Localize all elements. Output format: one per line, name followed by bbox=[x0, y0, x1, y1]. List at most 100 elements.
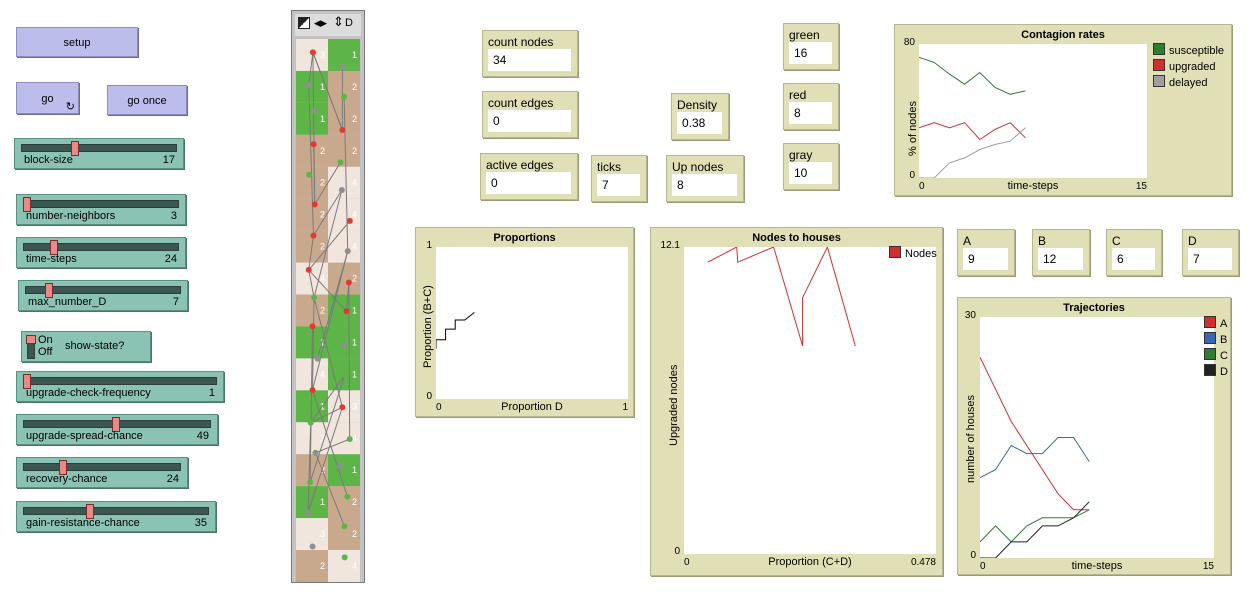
slider-label: number-neighbors bbox=[26, 210, 116, 222]
network-node bbox=[339, 404, 346, 411]
x-axis-label: time-steps bbox=[1007, 180, 1059, 192]
slider-number-neighbors[interactable]: number-neighbors 3 bbox=[16, 194, 186, 225]
density-monitor: Density 0.38 bbox=[671, 93, 729, 140]
slider-block-size[interactable]: block-size 17 bbox=[14, 138, 184, 169]
legend-label: delayed bbox=[1169, 77, 1208, 89]
gray-label: gray bbox=[789, 148, 813, 162]
plot-canvas bbox=[979, 356, 1090, 559]
plot-title: Trajectories bbox=[1063, 302, 1125, 314]
setup-button[interactable]: setup bbox=[16, 27, 138, 57]
slider-track[interactable] bbox=[21, 144, 177, 152]
patch-label: 2 bbox=[352, 529, 357, 539]
slider-track[interactable] bbox=[23, 463, 181, 471]
slider-value: 1 bbox=[208, 387, 215, 399]
slider-gain-resistance-chance[interactable]: gain-resistance-chance 35 bbox=[16, 501, 216, 532]
legend-label: A bbox=[1220, 318, 1228, 330]
network-node bbox=[341, 523, 348, 530]
view-mode-label: D bbox=[345, 17, 353, 29]
patch-label: 4 bbox=[352, 433, 357, 443]
density-value: 0.38 bbox=[677, 112, 722, 134]
series-line-c bbox=[979, 509, 1090, 543]
series-line-delayed bbox=[919, 127, 1026, 179]
series-line-0 bbox=[435, 312, 475, 349]
slider-label: upgrade-spread-chance bbox=[26, 430, 143, 442]
gray-monitor: gray 10 bbox=[783, 143, 839, 190]
patch-label: 2 bbox=[352, 146, 357, 156]
slider-value: 24 bbox=[166, 473, 179, 485]
active-edges-monitor: active edges 0 bbox=[480, 153, 578, 200]
patch-label: 4 bbox=[320, 369, 325, 379]
slider-track[interactable] bbox=[23, 377, 217, 385]
world-canvas[interactable]: 3112122224242442211141133421123224 bbox=[296, 39, 360, 582]
network-node bbox=[312, 449, 319, 456]
network-node bbox=[309, 387, 316, 394]
network-node bbox=[311, 294, 318, 301]
view-zoom-icon[interactable]: ⇕ bbox=[333, 14, 344, 30]
count-nodes-label: count nodes bbox=[488, 35, 554, 49]
patch-label: 2 bbox=[352, 274, 357, 284]
slider-value: 17 bbox=[162, 154, 175, 166]
a-value: 9 bbox=[963, 248, 1008, 270]
network-node bbox=[341, 342, 348, 349]
legend-swatch bbox=[1153, 43, 1165, 55]
b-label: B bbox=[1038, 234, 1047, 248]
network-node bbox=[338, 186, 345, 193]
series-line-a bbox=[979, 356, 1090, 511]
series-line-susceptible bbox=[918, 56, 1026, 95]
patch-label: 2 bbox=[320, 561, 325, 571]
patch-label: 4 bbox=[320, 274, 325, 284]
c-label: C bbox=[1112, 234, 1121, 248]
network-node bbox=[311, 107, 318, 114]
network-node bbox=[307, 479, 314, 486]
slider-track[interactable] bbox=[23, 243, 179, 251]
legend-swatch bbox=[1153, 59, 1165, 71]
y-axis-label: number of houses bbox=[965, 394, 977, 483]
y-axis-label: Upgraded nodes bbox=[668, 364, 680, 446]
x-tick-max: 0.478 bbox=[910, 557, 936, 568]
x-tick-min: 0 bbox=[684, 557, 690, 568]
patch-label: 2 bbox=[320, 306, 325, 316]
slider-max_number_D[interactable]: max_number_D 7 bbox=[18, 280, 188, 311]
c-value: 6 bbox=[1112, 248, 1155, 270]
legend-swatch bbox=[1204, 364, 1216, 376]
nodes-to-houses-plot: Nodes to houses 12.1 0 0 0.478 Proportion (C+… bbox=[650, 227, 943, 576]
switch-toggle-thumb[interactable] bbox=[26, 335, 36, 344]
plot-canvas bbox=[435, 312, 475, 349]
go-button[interactable]: go ↻ bbox=[16, 82, 79, 114]
network-node bbox=[309, 543, 316, 550]
slider-track[interactable] bbox=[23, 200, 179, 208]
network-node bbox=[311, 201, 318, 208]
slider-upgrade-check-frequency[interactable]: upgrade-check-frequency 1 bbox=[16, 371, 224, 402]
network-node bbox=[341, 93, 348, 100]
legend-label: B bbox=[1220, 334, 1228, 346]
world-view[interactable]: ◂▸ ⇕ D 311212222424244221114113342112322… bbox=[291, 10, 365, 583]
slider-time-steps[interactable]: time-steps 24 bbox=[16, 237, 186, 268]
view-resize-icon[interactable]: ◂▸ bbox=[314, 15, 327, 31]
a-label: A bbox=[963, 234, 972, 248]
legend-item-d: D bbox=[1204, 364, 1228, 378]
x-axis-label: Proportion D bbox=[501, 401, 563, 413]
slider-upgrade-spread-chance[interactable]: upgrade-spread-chance 49 bbox=[16, 414, 218, 445]
patch-label: 2 bbox=[320, 178, 325, 188]
slider-track[interactable] bbox=[23, 507, 209, 515]
plot-area bbox=[684, 245, 936, 554]
slider-label: recovery-chance bbox=[26, 473, 108, 485]
go-once-button[interactable]: go once bbox=[107, 85, 187, 115]
network-node bbox=[344, 493, 351, 500]
network-node bbox=[305, 82, 312, 89]
plot-title: Contagion rates bbox=[1021, 29, 1105, 41]
patch-label: 1 bbox=[352, 306, 357, 316]
y-tick-max: 30 bbox=[964, 310, 976, 321]
up-nodes-label: Up nodes bbox=[672, 160, 724, 174]
show-state-switch[interactable]: On Off show-state? bbox=[21, 331, 151, 362]
series-line-d bbox=[980, 501, 1090, 559]
density-label: Density bbox=[677, 98, 718, 112]
network-node bbox=[337, 159, 344, 166]
network-node bbox=[305, 509, 312, 516]
network-node bbox=[309, 323, 316, 330]
plot-canvas bbox=[707, 245, 856, 347]
view-reset-icon[interactable] bbox=[298, 17, 310, 29]
slider-recovery-chance[interactable]: recovery-chance 24 bbox=[16, 457, 188, 488]
count-edges-monitor: count edges 0 bbox=[482, 91, 578, 138]
patch-label: 1 bbox=[352, 465, 357, 475]
